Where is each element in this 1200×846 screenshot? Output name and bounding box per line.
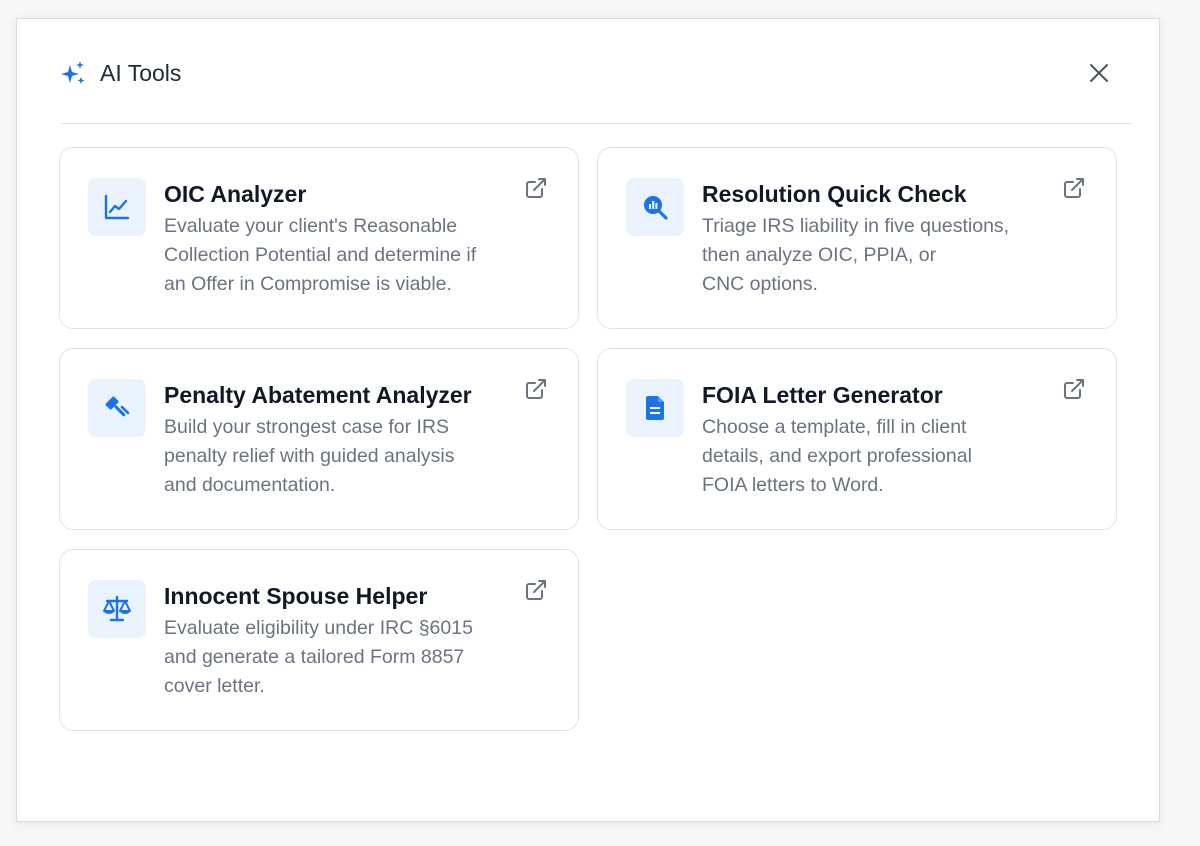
tool-description: Triage IRS liability in five questions, … <box>702 215 1010 295</box>
search-chart-icon <box>626 178 684 236</box>
tool-title: Resolution Quick Check <box>702 181 967 207</box>
external-link-icon[interactable] <box>524 377 548 401</box>
document-icon <box>626 379 684 437</box>
tool-card-penalty-abatement-analyzer[interactable]: Penalty Abatement Analyzer Build your st… <box>59 348 579 530</box>
tool-card-innocent-spouse-helper[interactable]: Innocent Spouse Helper Evaluate eligibil… <box>59 549 579 731</box>
scale-icon <box>88 580 146 638</box>
external-link-icon[interactable] <box>524 578 548 602</box>
tool-title: Penalty Abatement Analyzer <box>164 382 472 408</box>
tool-description: Build your strongest case for IRS penalt… <box>164 416 455 496</box>
tool-card-foia-letter-generator[interactable]: FOIA Letter Generator Choose a template,… <box>597 348 1117 530</box>
dialog-header: AI Tools <box>17 19 1159 123</box>
sparkles-icon <box>59 59 87 87</box>
tool-card-resolution-quick-check[interactable]: Resolution Quick Check Triage IRS liabil… <box>597 147 1117 329</box>
tool-title: OIC Analyzer <box>164 181 307 207</box>
external-link-icon[interactable] <box>524 176 548 200</box>
external-link-icon[interactable] <box>1062 377 1086 401</box>
close-button[interactable] <box>1085 59 1113 87</box>
ai-tools-dialog: AI Tools OIC Analyzer Evaluate your clie… <box>16 18 1160 822</box>
external-link-icon[interactable] <box>1062 176 1086 200</box>
gavel-icon <box>88 379 146 437</box>
tool-title: Innocent Spouse Helper <box>164 583 428 609</box>
tool-description: Evaluate your client's Reasonable Collec… <box>164 215 477 295</box>
header-divider <box>61 123 1133 124</box>
line-chart-icon <box>88 178 146 236</box>
tool-description: Choose a template, fill in client detail… <box>702 416 972 496</box>
close-icon <box>1090 64 1108 82</box>
dialog-title: AI Tools <box>100 60 182 86</box>
tool-card-oic-analyzer[interactable]: OIC Analyzer Evaluate your client's Reas… <box>59 147 579 329</box>
tool-title: FOIA Letter Generator <box>702 382 943 408</box>
tool-description: Evaluate eligibility under IRC §6015 and… <box>164 617 473 697</box>
